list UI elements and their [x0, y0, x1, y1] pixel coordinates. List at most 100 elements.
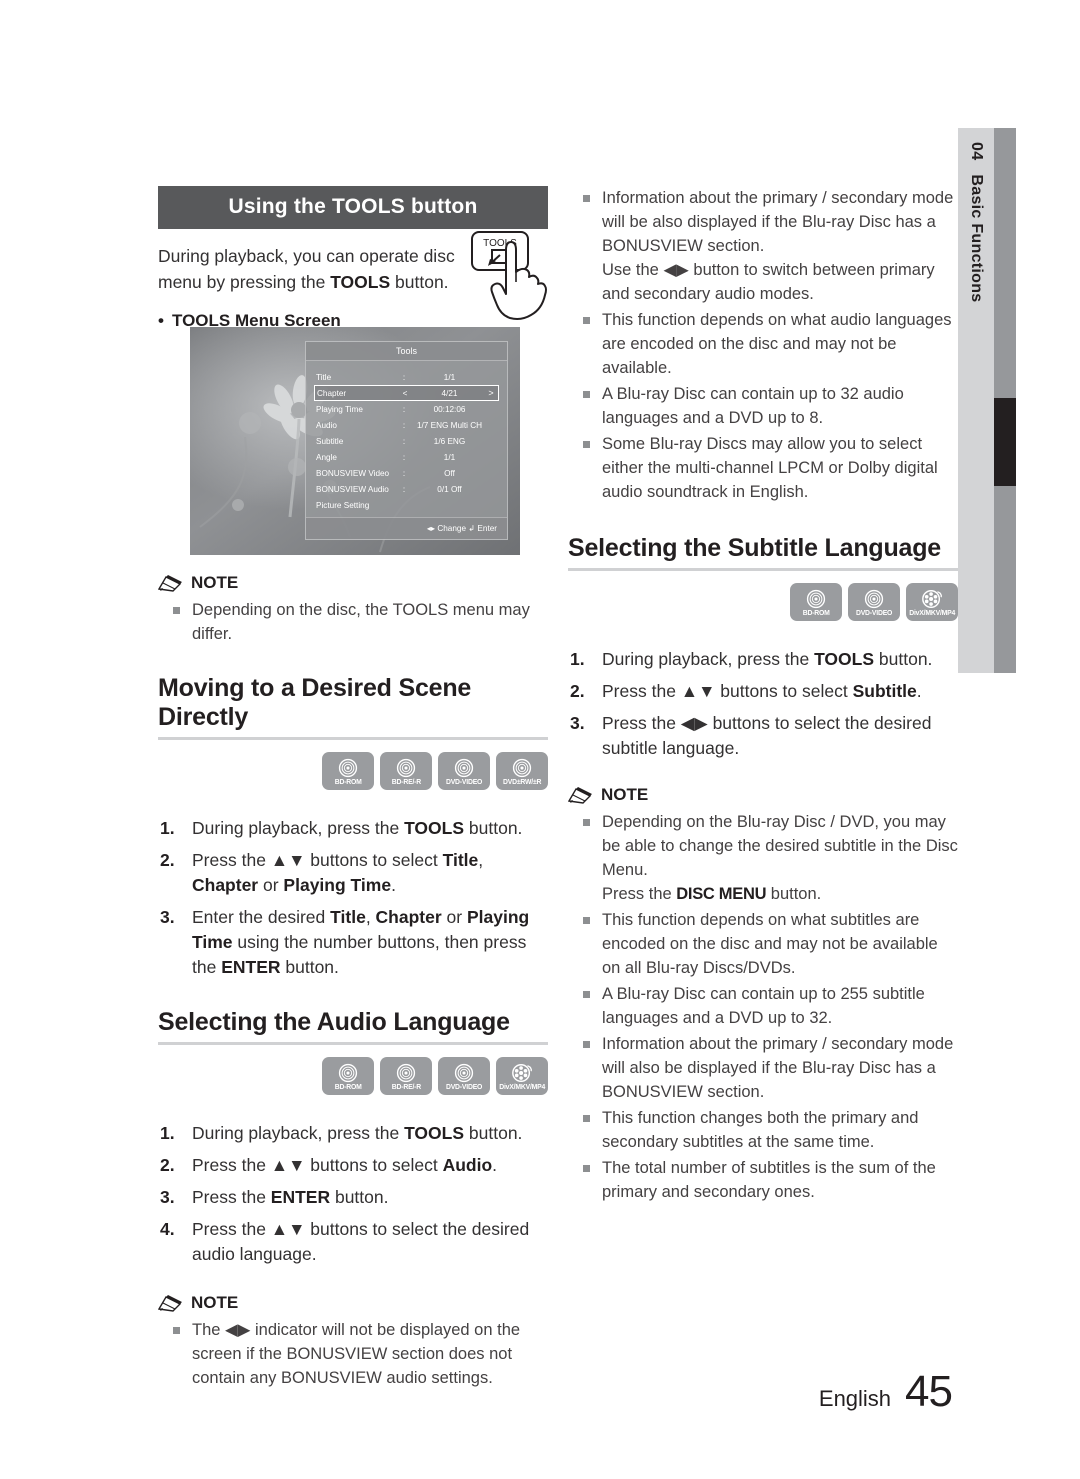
osd-row-value: 1/7 ENG Multi CH — [416, 420, 483, 430]
step-number: 2. — [570, 681, 585, 701]
pencil-icon — [158, 1295, 182, 1312]
tools-intro-line2-c: button. — [390, 272, 449, 292]
osd-row-separator: : — [402, 484, 406, 494]
note-block-2-title: NOTE — [158, 1293, 548, 1313]
tools-menu-screenshot: Tools Title: 1/1 Chapter <4/21 > Playing Time… — [190, 327, 520, 555]
tools-button-illustration: TOOLS — [470, 228, 566, 336]
osd-row-value: Off — [444, 468, 455, 478]
disc-icons-audio: BD-ROM BD-RE/-R DVD-VIDEO DivX/MKV/MP4 — [158, 1057, 548, 1095]
note-label-3: NOTE — [601, 785, 649, 804]
disc-badge-bd-rom: BD-ROM — [790, 583, 842, 621]
disc-badge-divx-mkv-mp4: DivX/MKV/MP4 — [496, 1057, 548, 1095]
note-item: A Blu-ray Disc can contain up to 255 sub… — [568, 982, 958, 1030]
pencil-icon — [568, 787, 592, 804]
step-number: 1. — [160, 818, 175, 838]
osd-row-value: 0/1 Off — [437, 484, 462, 494]
note-item: The ◀▶ indicator will not be displayed o… — [158, 1318, 548, 1390]
step-item: 2. Press the ▲▼ buttons to select Title, … — [160, 850, 484, 895]
tools-intro-paragraph: During playback, you can operate disc me… — [158, 243, 468, 295]
chapter-title: Basic Functions — [968, 174, 985, 303]
note-block-1-title: NOTE — [158, 573, 548, 593]
note-label-2: NOTE — [191, 1293, 239, 1312]
osd-row-value: 1/1 — [443, 372, 456, 382]
osd-row: Picture Setting — [314, 497, 499, 513]
note-item: A Blu-ray Disc can contain up to 32 audi… — [568, 382, 958, 430]
disc-badge-caption: BD-RE/-R — [391, 1082, 421, 1091]
disc-badge-bd-rom: BD-ROM — [322, 752, 374, 790]
film-reel-icon — [922, 590, 942, 608]
heading-subtitle-language: Selecting the Subtitle Language — [568, 534, 958, 571]
disc-icon — [806, 589, 826, 609]
osd-row-right-arrow: > — [488, 388, 494, 398]
note-item: This function depends on what subtitles … — [568, 908, 958, 980]
disc-badge-caption: DivX/MKV/MP4 — [909, 608, 955, 617]
disc-icon — [338, 1063, 358, 1083]
step-number: 1. — [160, 1123, 175, 1143]
osd-row-label: Chapter — [317, 388, 347, 398]
heading-moving-scene: Moving to a Desired Scene Directly — [158, 674, 548, 740]
chapter-number: 04 — [968, 142, 985, 161]
heading-audio-language: Selecting the Audio Language — [158, 1008, 548, 1045]
disc-badge-bd-re-r: BD-RE/-R — [380, 752, 432, 790]
page-footer: English 45 — [818, 1367, 953, 1417]
osd-row: Title: 1/1 — [314, 369, 499, 385]
note-block-2-items: The ◀▶ indicator will not be displayed o… — [158, 1318, 548, 1390]
note-item: Some Blu-ray Discs may allow you to sele… — [568, 432, 958, 504]
disc-badge-caption: DVD-VIDEO — [445, 777, 483, 786]
note-block-1-items: Depending on the disc, the TOOLS menu ma… — [158, 598, 548, 646]
disc-icon — [454, 1063, 474, 1083]
pencil-icon — [158, 575, 182, 592]
disc-icon — [396, 1063, 416, 1083]
steps-subtitle-language: 1. During playback, press the TOOLS butto… — [568, 647, 958, 761]
disc-badge-caption: BD-RE/-R — [391, 777, 421, 786]
disc-badge-caption: DivX/MKV/MP4 — [499, 1082, 545, 1091]
osd-row-label: BONUSVIEW Audio — [316, 484, 389, 494]
disc-badge-bd-rom: BD-ROM — [322, 1057, 374, 1095]
osd-row-value: 1/1 — [443, 452, 456, 462]
disc-badge-dvd-rw-r: DVD±RW/±R — [496, 752, 548, 790]
osd-row-separator: : — [402, 404, 406, 414]
disc-badge-bd-re-r: BD-RE/-R — [380, 1057, 432, 1095]
disc-icon — [864, 589, 884, 609]
osd-row: Playing Time: 00:12:06 — [314, 401, 499, 417]
tools-key-hand-icon: TOOLS — [471, 231, 547, 320]
step-item: 3. Press the ◀▶ buttons to select the des… — [570, 713, 932, 758]
step-item: 2. Press the ▲▼ buttons to select Audio. — [158, 1153, 548, 1178]
disc-icon — [396, 758, 416, 778]
note-item: The total number of subtitles is the sum… — [568, 1156, 958, 1204]
disc-icon — [512, 758, 532, 778]
osd-row-separator: < — [402, 388, 408, 398]
disc-badge-caption: BD-ROM — [802, 608, 830, 617]
osd-row-separator: : — [402, 436, 406, 446]
audio-notes-continued: Information about the primary / secondar… — [568, 186, 958, 504]
disc-icon — [338, 758, 358, 778]
step-item: 1. During playback, press the TOOLS butto… — [158, 1121, 548, 1146]
step-number: 2. — [160, 1155, 175, 1175]
step-number: 3. — [160, 1187, 175, 1207]
note-item: Information about the primary / secondar… — [568, 1032, 958, 1104]
footer-page-number: 45 — [905, 1367, 953, 1416]
disc-badge-dvd-video: DVD-VIDEO — [438, 752, 490, 790]
step-number: 4. — [160, 1219, 175, 1239]
step-item: 4. Press the ▲▼ buttons to select the des… — [160, 1219, 530, 1264]
osd-row: Angle: 1/1 — [314, 449, 499, 465]
disc-badge-caption: DVD-VIDEO — [445, 1082, 483, 1091]
footer-language: English — [818, 1386, 892, 1411]
tools-intro-line2-a: menu by pressing the — [158, 272, 331, 292]
osd-row-label: Playing Time — [316, 404, 363, 414]
disc-badge-caption: DVD-VIDEO — [855, 608, 893, 617]
tools-intro-line1: During playback, you can operate disc — [158, 246, 455, 266]
note-block-3-items: Depending on the Blu-ray Disc / DVD, you… — [568, 810, 958, 1204]
osd-row-label: Angle — [316, 452, 337, 462]
osd-tools-panel: Tools Title: 1/1 Chapter <4/21 > Playing Time… — [305, 341, 508, 540]
disc-badge-caption: BD-ROM — [334, 777, 362, 786]
note-item: This function changes both the primary a… — [568, 1106, 958, 1154]
disc-icons-subtitle: BD-ROM DVD-VIDEO DivX/MKV/MP4 — [568, 583, 958, 621]
note-block-3-title: NOTE — [568, 785, 958, 805]
osd-row-separator: : — [402, 420, 406, 430]
note-label-1: NOTE — [191, 573, 239, 592]
osd-row: Subtitle: 1/6 ENG — [314, 433, 499, 449]
osd-row-label: Subtitle — [316, 436, 344, 446]
osd-row-value: 00:12:06 — [433, 404, 466, 414]
disc-icon — [454, 758, 474, 778]
